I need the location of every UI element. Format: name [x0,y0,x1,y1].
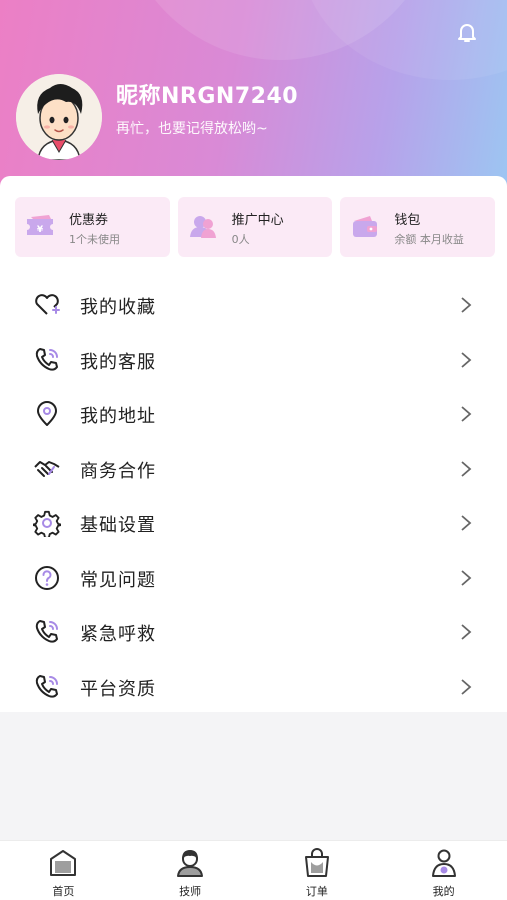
tab-label: 首页 [52,885,75,898]
promotion-entry[interactable]: 推广中心 0人 [177,197,333,257]
menu-label: 常见问题 [80,569,156,591]
phone-icon [35,674,58,698]
nickname[interactable]: 昵称NRGN7240 [116,78,298,110]
menu-item-faq[interactable]: 常见问题 [0,550,507,605]
quick-sub: 0人 [231,233,250,246]
gear-icon [33,510,61,537]
coupon-entry[interactable]: ¥ 优惠券 1个未使用 [15,197,170,257]
tab-label: 我的 [432,885,455,898]
technician-icon [177,850,204,877]
menu-item-settings[interactable]: 基础设置 [0,495,507,550]
menu-item-qualification[interactable]: 平台资质 [0,659,507,714]
wallet-entry[interactable]: 钱包 余额 本月收益 [340,197,496,257]
menu-item-address[interactable]: 我的地址 [0,386,507,441]
tab-home[interactable]: 首页 [0,841,127,900]
quick-sub: 余额 本月收益 [394,233,464,246]
menu-label: 我的客服 [80,351,156,373]
quick-actions: ¥ 优惠券 1个未使用 推广中心 0人 钱包 余额 本月收益 [15,197,496,257]
menu-item-customer-service[interactable]: 我的客服 [0,332,507,387]
tab-label: 订单 [305,885,328,898]
chevron-right-icon [461,460,472,477]
handshake-icon [34,460,60,477]
menu-label: 商务合作 [80,460,156,482]
profile-header: 昵称NRGN7240 再忙，也要记得放松哟~ [0,0,507,200]
quick-title: 钱包 [394,213,421,228]
profile-card: ¥ 优惠券 1个未使用 推广中心 0人 钱包 余额 本月收益 我的收藏 我的客服… [0,176,507,712]
chevron-right-icon [461,406,472,422]
users-icon [189,216,216,238]
person-icon [431,849,456,877]
menu-label: 基础设置 [80,515,156,536]
phone-icon [35,620,58,643]
menu-label: 紧急呼救 [80,624,156,645]
question-icon [35,565,59,590]
tab-orders[interactable]: 订单 [254,841,381,900]
bell-icon[interactable] [455,20,479,44]
order-bag-icon [304,848,329,877]
phone-icon [35,347,58,371]
quick-title: 推广中心 [231,213,284,228]
avatar[interactable] [16,74,102,160]
menu-item-emergency[interactable]: 紧急呼救 [0,604,507,659]
chevron-right-icon [461,515,472,531]
tab-label: 技师 [179,885,202,898]
location-icon [37,401,57,426]
menu-label: 我的地址 [80,406,156,427]
tab-mine[interactable]: 我的 [380,841,507,900]
chevron-right-icon [461,297,472,313]
coupon-icon: ¥ [27,215,53,235]
chevron-right-icon [461,678,472,695]
quick-title: 优惠券 [69,213,109,228]
chevron-right-icon [461,624,472,640]
home-icon [50,850,77,876]
wallet-icon [353,216,378,237]
motto-text: 再忙，也要记得放松哟~ [116,121,268,137]
menu-label: 我的收藏 [80,297,156,318]
menu-item-favorites[interactable]: 我的收藏 [0,277,507,332]
avatar-illustration [16,74,102,160]
heart-plus-icon [35,294,60,315]
menu-item-business[interactable]: 商务合作 [0,441,507,496]
chevron-right-icon [461,569,472,586]
svg-text:¥: ¥ [37,225,44,235]
bottom-tab-bar: 首页 技师 订单 我的 [0,840,507,900]
menu-label: 平台资质 [80,678,156,700]
menu-list: 我的收藏 我的客服 我的地址 商务合作 基础设置 常见问题 紧急呼救 平台资质 [0,277,507,713]
chevron-right-icon [461,351,472,368]
tab-technician[interactable]: 技师 [127,841,254,900]
quick-sub: 1个未使用 [69,233,120,246]
